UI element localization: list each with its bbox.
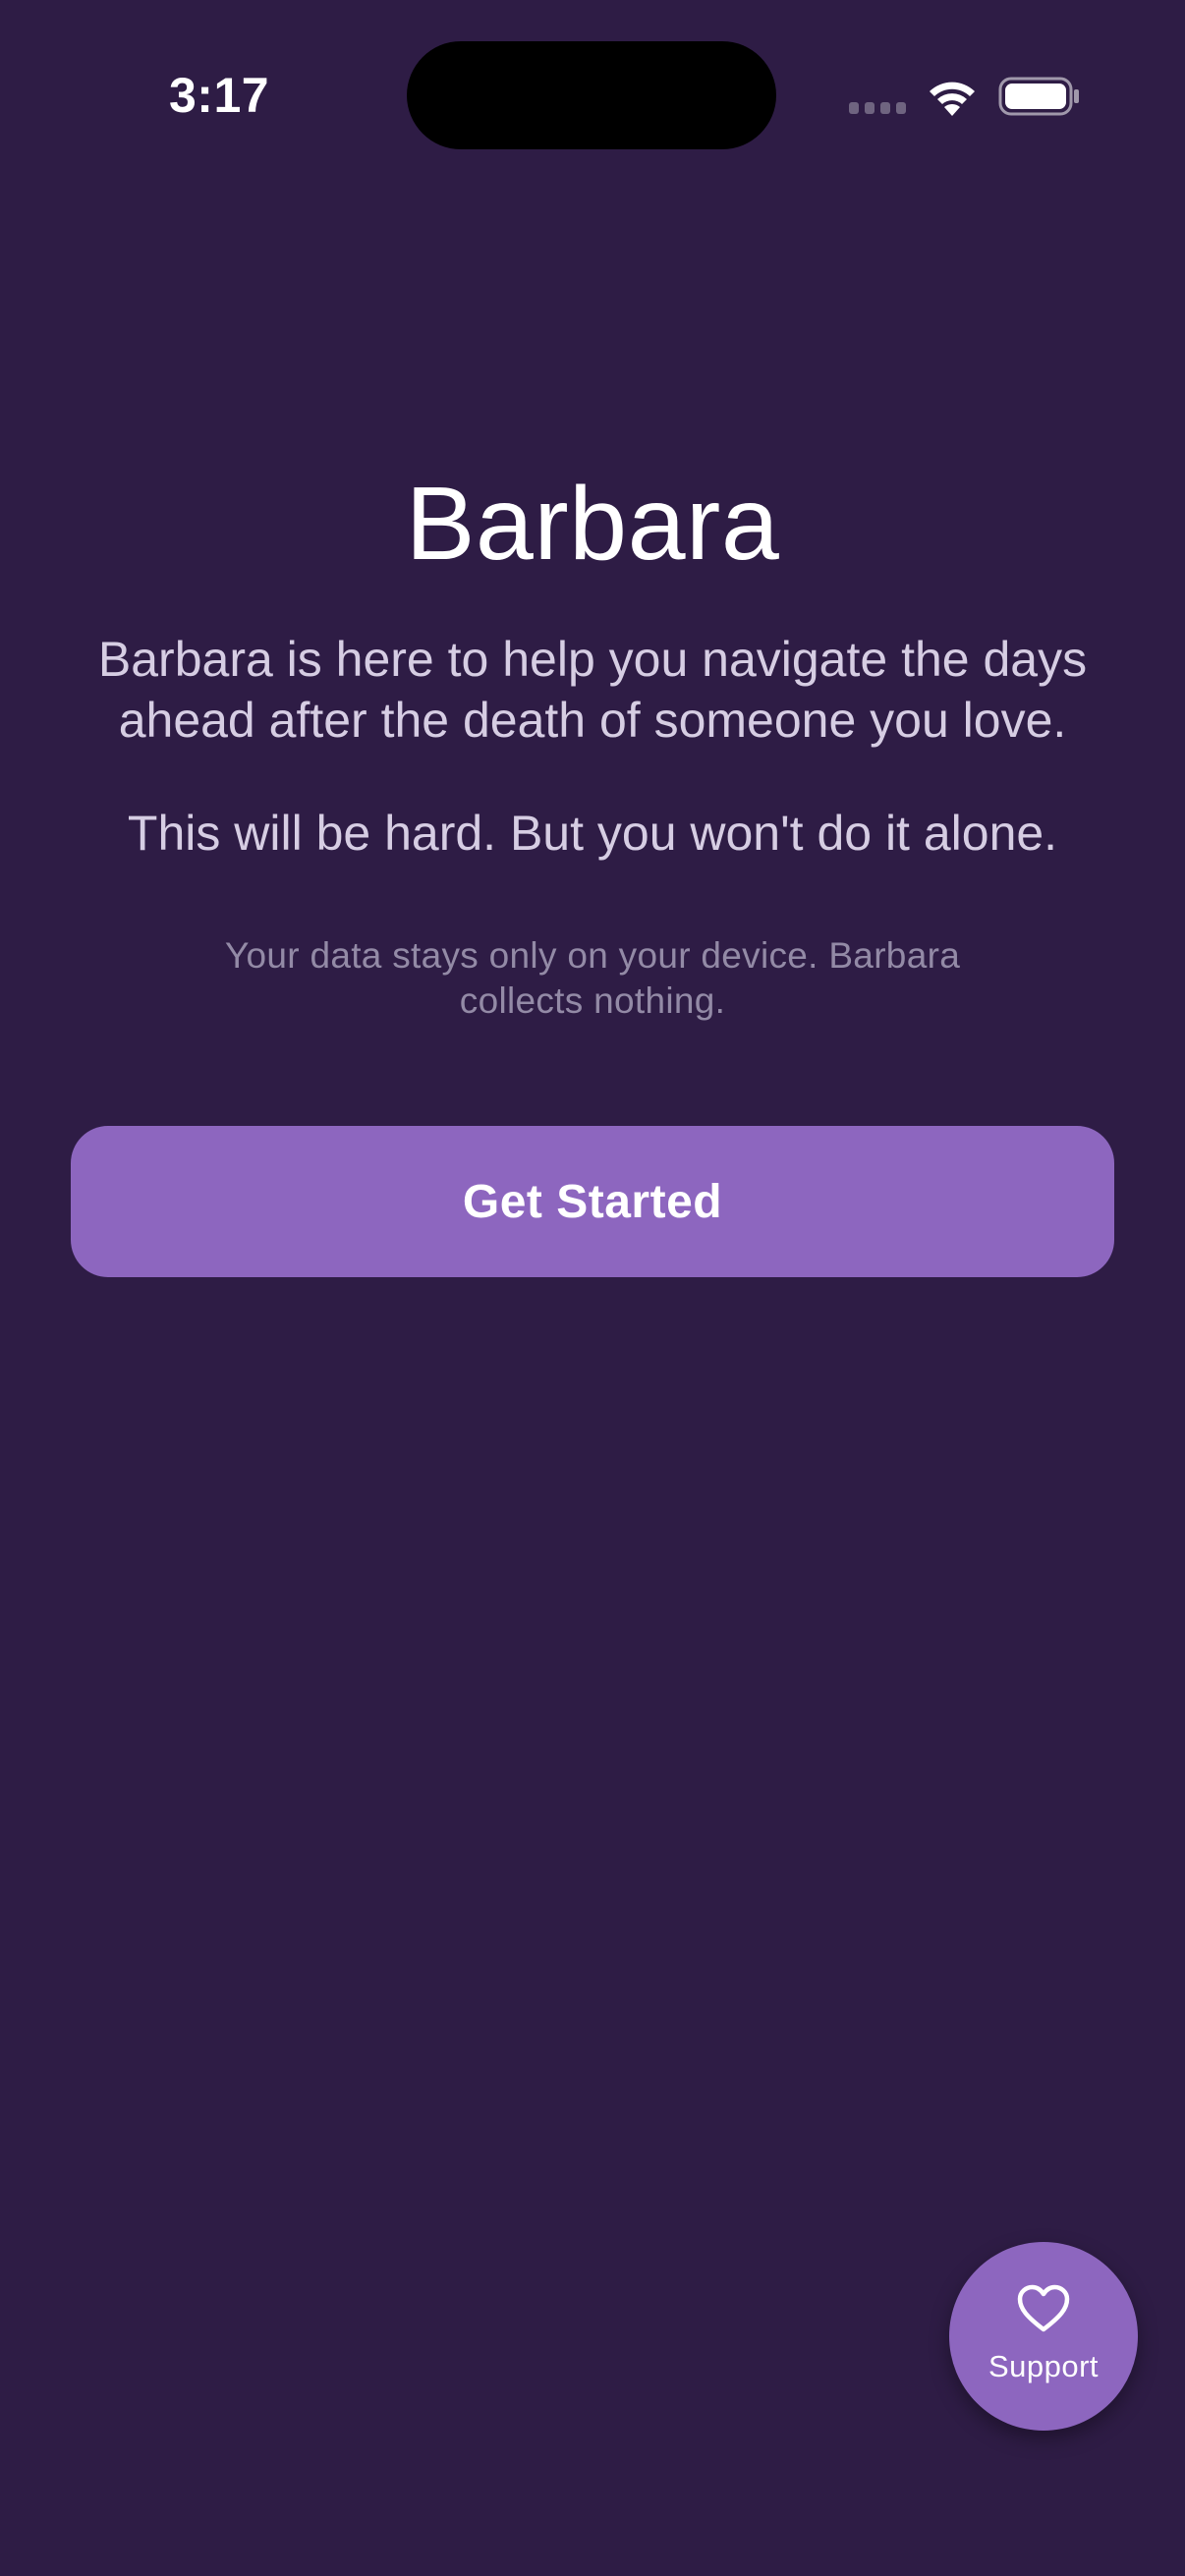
reassurance-text: This will be hard. But you won't do it a… [127,806,1058,862]
wifi-icon [930,82,975,116]
support-button[interactable]: Support [949,2242,1138,2431]
status-bar: 3:17 [0,0,1185,187]
status-time: 3:17 [169,68,270,123]
battery-icon [998,77,1079,116]
cellular-signal-icon [849,102,908,116]
app-title: Barbara [405,466,780,582]
heart-icon [1017,2284,1070,2332]
intro-text: Barbara is here to help you navigate the… [97,632,1088,748]
welcome-section: Barbara Barbara is here to help you navi… [59,462,1126,1024]
dynamic-island [407,41,776,149]
support-label: Support [988,2349,1100,2383]
get-started-button[interactable]: Get Started [71,1126,1114,1277]
privacy-note: Your data stays only on your device. Bar… [224,934,961,1021]
